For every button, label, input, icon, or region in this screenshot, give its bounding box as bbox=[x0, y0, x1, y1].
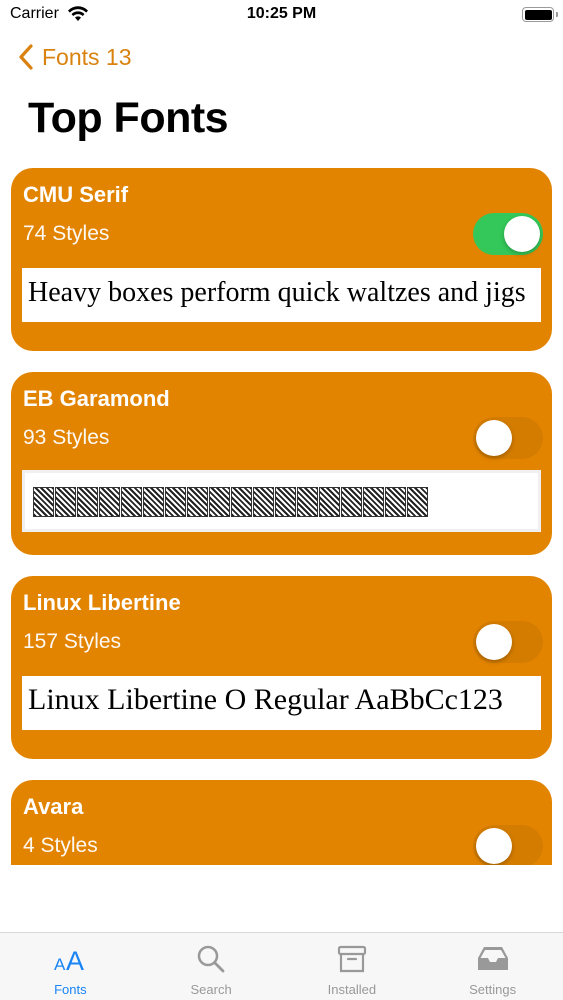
status-bar: Carrier 10:25 PM bbox=[0, 0, 563, 30]
back-button[interactable]: Fonts 13 bbox=[16, 42, 132, 72]
install-toggle[interactable] bbox=[473, 825, 543, 865]
font-card[interactable]: EB Garamond 93 Styles bbox=[11, 372, 552, 555]
font-name: Avara bbox=[23, 794, 84, 819]
tab-label: Settings bbox=[469, 982, 517, 997]
font-aa-icon: A A bbox=[53, 943, 87, 975]
font-list[interactable]: CMU Serif 74 Styles Heavy boxes perform … bbox=[11, 168, 552, 865]
toggle-knob bbox=[476, 420, 512, 456]
install-toggle[interactable] bbox=[473, 213, 543, 255]
tab-fonts[interactable]: A A Fonts bbox=[0, 933, 141, 1000]
toggle-knob bbox=[476, 828, 512, 864]
clock-time: 10:25 PM bbox=[246, 5, 317, 22]
font-style-count: 4 Styles bbox=[23, 834, 98, 857]
toggle-knob bbox=[504, 216, 540, 252]
tray-icon bbox=[476, 943, 510, 975]
font-style-count: 93 Styles bbox=[23, 426, 110, 449]
page-title: Top Fonts bbox=[28, 94, 229, 142]
font-style-count: 74 Styles bbox=[23, 222, 110, 245]
install-toggle[interactable] bbox=[473, 621, 543, 663]
toggle-knob bbox=[476, 624, 512, 660]
search-icon bbox=[194, 943, 228, 975]
font-preview-text: Heavy boxes perform quick waltzes and ji… bbox=[28, 277, 526, 308]
font-style-count: 157 Styles bbox=[23, 630, 122, 653]
svg-text:A: A bbox=[54, 955, 66, 974]
tab-label: Search bbox=[190, 982, 232, 997]
font-card[interactable]: Avara 4 Styles bbox=[11, 780, 552, 865]
font-name: Linux Libertine bbox=[23, 590, 181, 615]
font-preview: Heavy boxes perform quick waltzes and ji… bbox=[22, 268, 541, 322]
install-toggle[interactable] bbox=[473, 417, 543, 459]
font-card[interactable]: Linux Libertine 157 Styles Linux Liberti… bbox=[11, 576, 552, 759]
font-card[interactable]: CMU Serif 74 Styles Heavy boxes perform … bbox=[11, 168, 552, 351]
font-name: EB Garamond bbox=[23, 386, 170, 411]
tab-settings[interactable]: Settings bbox=[422, 933, 563, 1000]
svg-text:A: A bbox=[66, 946, 84, 974]
tab-bar: A A Fonts Search Installed Settings bbox=[0, 932, 563, 1000]
back-button-label: Fonts 13 bbox=[42, 43, 132, 70]
tab-label: Installed bbox=[327, 982, 377, 997]
font-preview: Linux Libertine O Regular AaBbCc123 bbox=[22, 676, 541, 730]
font-name: CMU Serif bbox=[23, 182, 129, 207]
chevron-left-icon bbox=[19, 44, 33, 70]
tab-search[interactable]: Search bbox=[141, 933, 282, 1000]
font-preview-text: Linux Libertine O Regular AaBbCc123 bbox=[28, 683, 503, 716]
font-preview bbox=[22, 470, 541, 532]
archive-box-icon bbox=[335, 943, 369, 975]
tab-installed[interactable]: Installed bbox=[282, 933, 423, 1000]
ornate-preview-image bbox=[33, 487, 433, 517]
battery-icon bbox=[522, 7, 558, 22]
tab-label: Fonts bbox=[54, 982, 87, 997]
